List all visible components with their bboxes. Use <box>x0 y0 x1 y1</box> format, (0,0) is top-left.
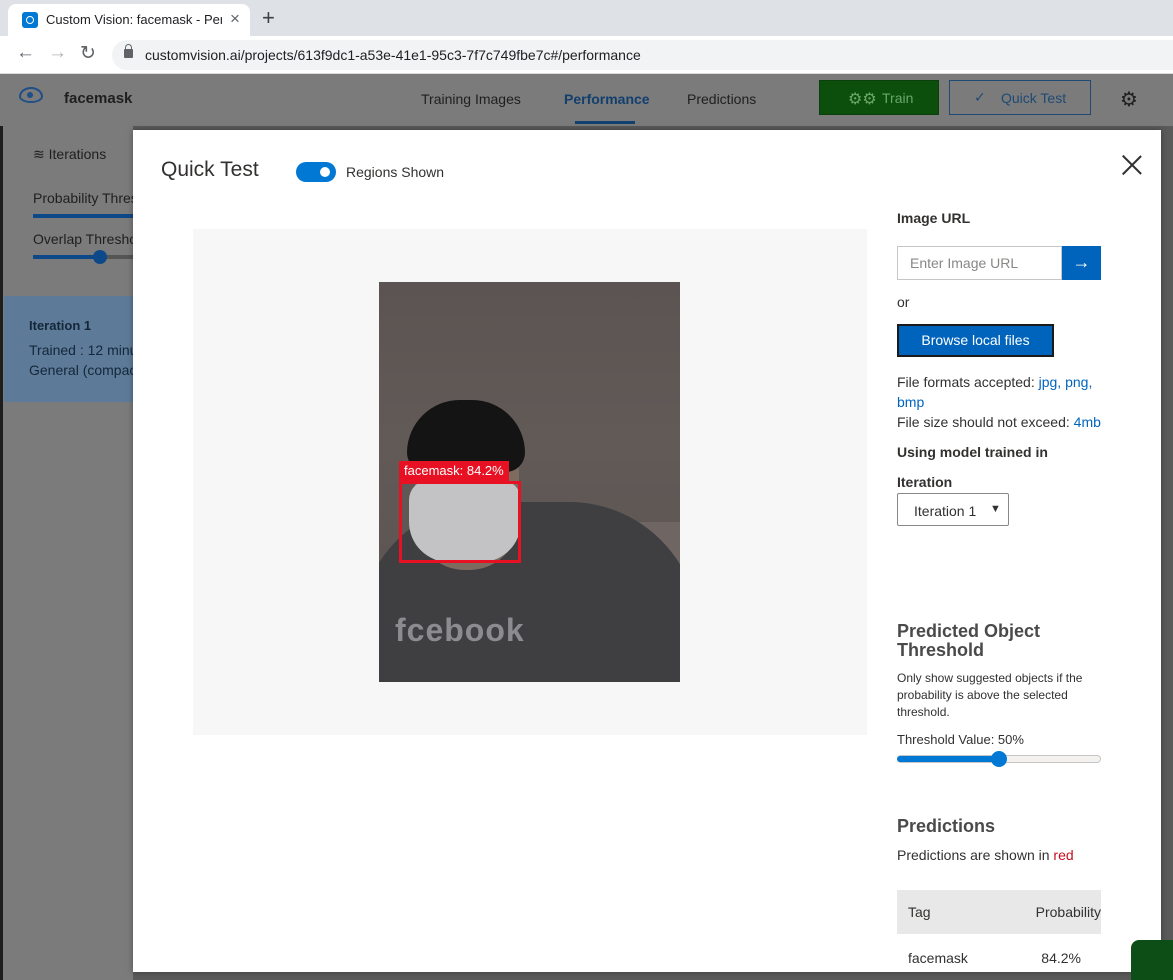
address-bar: ← → ↻ customvision.ai/projects/613f9dc1-… <box>0 36 1173 74</box>
test-image: fcebook facemask: 84.2% <box>379 282 680 682</box>
predictions-table-header: Tag Probability <box>897 890 1101 934</box>
forward-icon[interactable]: → <box>48 42 67 64</box>
iterations-label: Iterations <box>48 146 107 162</box>
row-tag: facemask <box>908 950 968 966</box>
iteration-card-trained: Trained : 12 minu <box>29 342 138 358</box>
image-url-input[interactable] <box>897 246 1062 280</box>
overlap-threshold-label: Overlap Thresho <box>33 231 138 247</box>
table-row: facemask 84.2% <box>897 934 1101 972</box>
size-link[interactable]: 4mb <box>1074 414 1101 430</box>
browser-tab[interactable]: Custom Vision: facemask - Performance × <box>8 4 250 36</box>
lock-icon <box>124 44 133 58</box>
iteration-select-value: Iteration 1 <box>914 503 977 519</box>
layers-icon: ≋ <box>33 146 45 162</box>
left-panel: ≋ Iterations Probability Thres Overlap T… <box>0 126 138 980</box>
eye-logo-icon[interactable] <box>19 87 43 103</box>
threshold-slider-thumb[interactable] <box>991 751 1007 767</box>
back-icon[interactable]: ← <box>16 42 35 64</box>
threshold-slider-fill <box>897 756 999 762</box>
predictions-note-prefix: Predictions are shown in <box>897 847 1050 863</box>
url-text: customvision.ai/projects/613f9dc1-a53e-4… <box>145 47 641 63</box>
iteration-card-title: Iteration 1 <box>29 318 92 333</box>
using-model-label: Using model trained in <box>897 444 1048 460</box>
probability-column-header[interactable]: Probability <box>1036 904 1101 920</box>
threshold-description: Only show suggested objects if the proba… <box>897 671 1083 719</box>
tab-close-icon[interactable]: × <box>230 9 240 29</box>
settings-gear-icon[interactable]: ⚙ <box>1120 87 1138 112</box>
url-omnibox[interactable]: customvision.ai/projects/613f9dc1-a53e-4… <box>112 40 1173 70</box>
iteration-card-domain: General (compac <box>29 362 137 378</box>
close-icon[interactable] <box>1121 154 1143 176</box>
size-prefix: File size should not exceed: <box>897 414 1070 430</box>
chevron-down-icon: ▼ <box>990 503 1001 515</box>
browser-tab-bar: Custom Vision: facemask - Performance × … <box>0 0 1173 36</box>
iteration-card[interactable]: Iteration 1 Trained : 12 minu General (c… <box>4 296 137 402</box>
nav-predictions[interactable]: Predictions <box>687 91 756 107</box>
regions-shown-toggle[interactable] <box>296 162 336 182</box>
probability-threshold-slider[interactable] <box>33 214 133 218</box>
iteration-select-label: Iteration <box>897 474 953 490</box>
corner-widget <box>1131 940 1173 980</box>
project-name: facemask <box>64 90 133 107</box>
app-header: facemask Training Images Performance Pre… <box>0 74 1173 126</box>
submit-url-arrow-icon[interactable]: → <box>1062 246 1101 280</box>
check-icon: ✓ <box>974 89 986 105</box>
tag-column-header[interactable]: Tag <box>908 904 931 920</box>
train-button-label: Train <box>882 90 914 106</box>
threshold-title: Predicted Object Threshold <box>897 621 1041 660</box>
quick-test-modal: Quick Test Regions Shown fcebook facemas… <box>133 130 1161 972</box>
quick-test-button-label: Quick Test <box>1001 90 1067 106</box>
overlap-threshold-fill <box>33 255 99 259</box>
predictions-table: Tag Probability facemask 84.2% <box>897 890 1101 972</box>
modal-title: Quick Test <box>161 158 259 181</box>
regions-shown-label: Regions Shown <box>346 164 445 180</box>
browse-local-files-button[interactable]: Browse local files <box>897 324 1054 357</box>
reload-icon[interactable]: ↻ <box>80 42 96 65</box>
or-label: or <box>897 294 910 310</box>
new-tab-icon[interactable]: + <box>262 5 275 31</box>
quick-test-button[interactable]: ✓ Quick Test <box>949 80 1091 115</box>
image-preview-area: fcebook facemask: 84.2% <box>193 229 867 735</box>
active-nav-underline <box>575 121 635 124</box>
gears-icon: ⚙⚙ <box>848 91 877 108</box>
train-button[interactable]: ⚙⚙ Train <box>819 80 939 115</box>
image-url-label: Image URL <box>897 210 971 226</box>
predictions-note-color: red <box>1053 847 1074 863</box>
predictions-note: Predictions are shown in red <box>897 847 1074 863</box>
threshold-value-label: Threshold Value: 50% <box>897 732 1024 747</box>
detection-label: facemask: 84.2% <box>399 461 509 481</box>
nav-performance[interactable]: Performance <box>564 91 650 107</box>
detection-bounding-box <box>399 481 521 563</box>
predictions-title: Predictions <box>897 816 996 836</box>
iteration-select[interactable]: Iteration 1 ▼ <box>897 493 1009 526</box>
photo-hoodie-text: fcebook <box>395 612 525 648</box>
iterations-header[interactable]: ≋ Iterations <box>33 146 106 163</box>
row-probability: 84.2% <box>1041 950 1081 966</box>
tab-title: Custom Vision: facemask - Performance <box>46 12 222 27</box>
custom-vision-favicon-icon <box>22 12 38 28</box>
window-edge <box>0 126 3 980</box>
probability-threshold-label: Probability Thres <box>33 190 138 206</box>
nav-training-images[interactable]: Training Images <box>421 91 521 107</box>
file-requirements: File formats accepted: jpg, png, bmp Fil… <box>897 372 1107 432</box>
overlap-threshold-thumb[interactable] <box>93 250 107 264</box>
formats-prefix: File formats accepted: <box>897 374 1035 390</box>
